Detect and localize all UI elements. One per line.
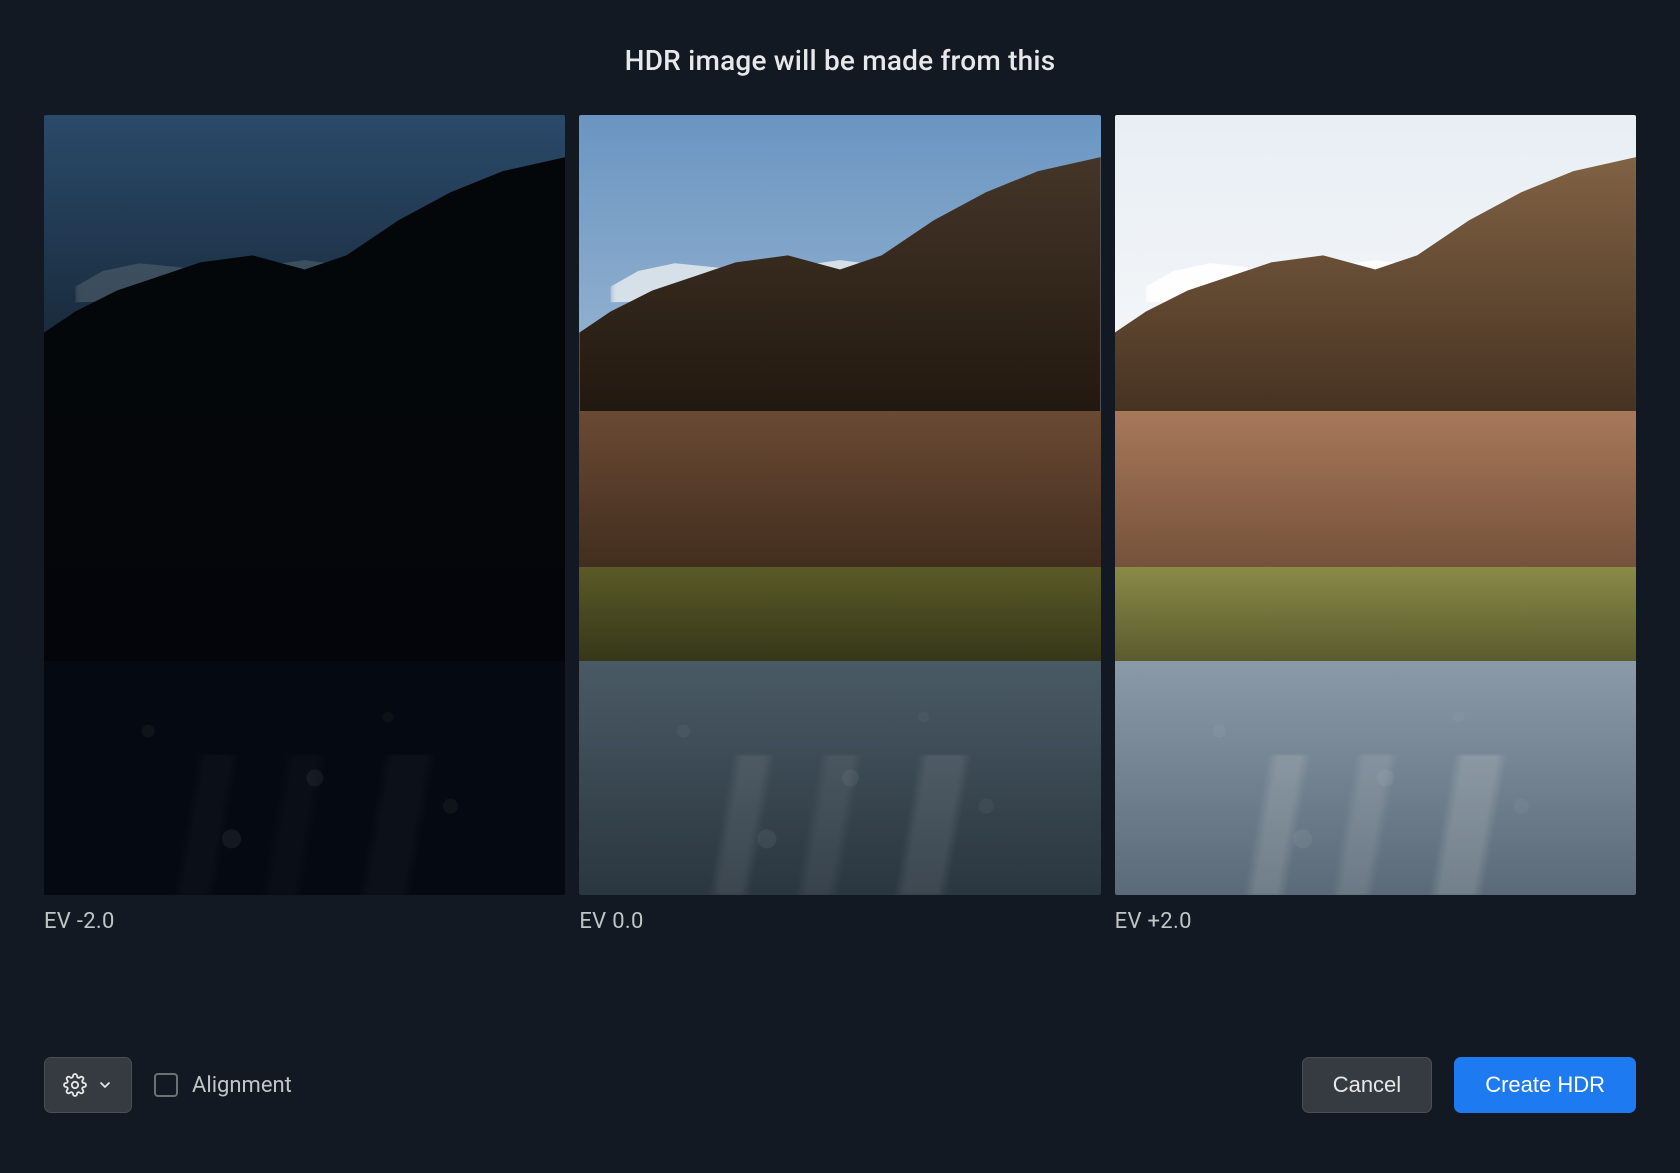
thumbnail-image	[44, 115, 565, 895]
checkbox-box	[154, 1073, 178, 1097]
ev-label: EV -2.0	[44, 909, 565, 934]
exposure-thumbnail[interactable]	[579, 115, 1100, 895]
ev-label: EV +2.0	[1115, 909, 1636, 934]
exposure-thumbnail[interactable]	[1115, 115, 1636, 895]
chevron-down-icon	[97, 1077, 113, 1093]
exposure-col: EV -2.0	[44, 115, 565, 1029]
thumbnail-image	[1115, 115, 1636, 895]
gear-icon	[63, 1073, 87, 1097]
exposure-col: EV 0.0	[579, 115, 1100, 1029]
exposure-col: EV +2.0	[1115, 115, 1636, 1029]
alignment-checkbox[interactable]: Alignment	[154, 1073, 292, 1098]
thumbnail-image	[579, 115, 1100, 895]
alignment-label: Alignment	[192, 1073, 292, 1098]
settings-menu-button[interactable]	[44, 1057, 132, 1113]
cancel-button[interactable]: Cancel	[1302, 1057, 1432, 1113]
exposure-thumbnail[interactable]	[44, 115, 565, 895]
dialog-title: HDR image will be made from this	[0, 0, 1680, 115]
create-hdr-button[interactable]: Create HDR	[1454, 1057, 1636, 1113]
ev-label: EV 0.0	[579, 909, 1100, 934]
dialog-footer: Alignment Cancel Create HDR	[0, 1029, 1680, 1173]
exposure-strip: EV -2.0 EV 0.0 EV +2.0	[0, 115, 1680, 1029]
